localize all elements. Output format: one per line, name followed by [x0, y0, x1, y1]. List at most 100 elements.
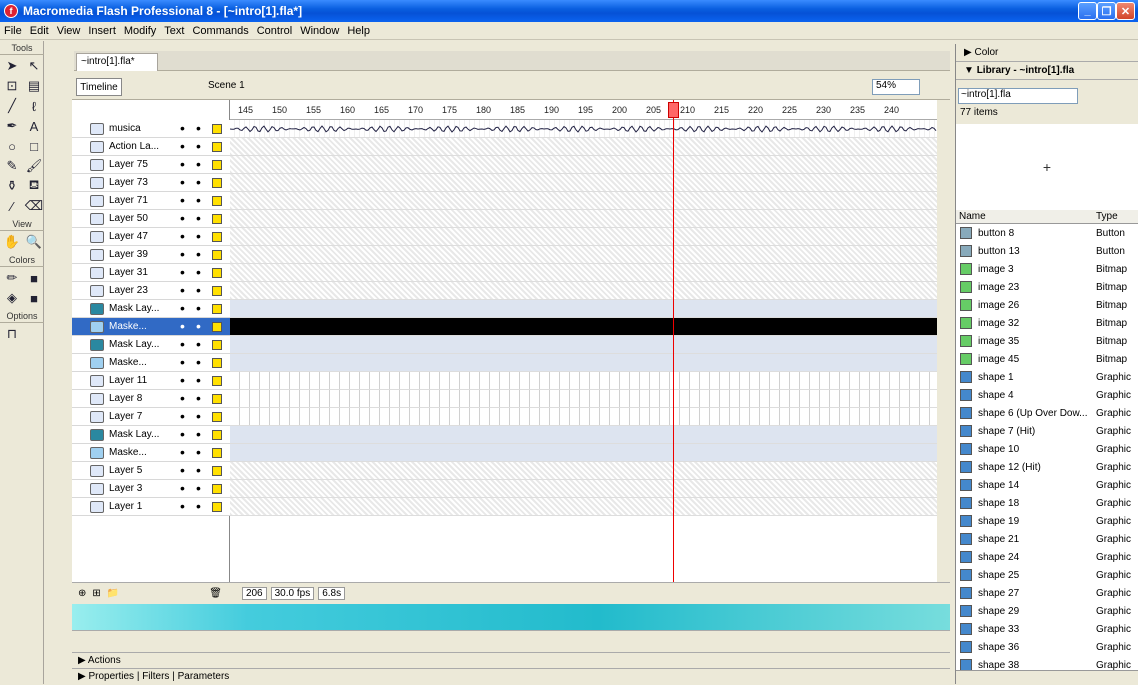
- add-layer-icon[interactable]: ⊕: [78, 588, 86, 599]
- library-item[interactable]: shape 19 Graphic: [956, 512, 1138, 530]
- outline-swatch[interactable]: [212, 196, 222, 206]
- visibility-dot[interactable]: •: [180, 156, 185, 172]
- actions-panel[interactable]: ▶ Actions: [72, 652, 950, 668]
- visibility-dot[interactable]: •: [180, 246, 185, 262]
- eraser-icon[interactable]: ⌫: [24, 197, 44, 215]
- zoom-tool-icon[interactable]: 🔍: [24, 233, 44, 251]
- library-item[interactable]: button 13 Button: [956, 242, 1138, 260]
- library-item[interactable]: shape 29 Graphic: [956, 602, 1138, 620]
- frame-ruler[interactable]: 145 150 155 160 165 170 175 180 185 190 195 200 205 2…: [230, 100, 937, 120]
- visibility-dot[interactable]: •: [180, 444, 185, 460]
- subselect-tool-icon[interactable]: ↖: [24, 57, 44, 75]
- visibility-dot[interactable]: •: [180, 318, 185, 334]
- layer-row[interactable]: Layer 1 • •: [72, 498, 230, 516]
- frame-row[interactable]: [230, 174, 937, 192]
- outline-swatch[interactable]: [212, 250, 222, 260]
- stroke-color-icon[interactable]: ✏: [2, 269, 22, 287]
- lock-dot[interactable]: •: [196, 480, 201, 496]
- visibility-dot[interactable]: •: [180, 336, 185, 352]
- visibility-dot[interactable]: •: [180, 480, 185, 496]
- outline-swatch[interactable]: [212, 286, 222, 296]
- layer-row[interactable]: Layer 23 • •: [72, 282, 230, 300]
- layer-row[interactable]: Maske... • •: [72, 444, 230, 462]
- library-item[interactable]: shape 25 Graphic: [956, 566, 1138, 584]
- lock-dot[interactable]: •: [196, 192, 201, 208]
- menu-control[interactable]: Control: [253, 25, 296, 37]
- library-item[interactable]: shape 38 Graphic: [956, 656, 1138, 670]
- lock-dot[interactable]: •: [196, 354, 201, 370]
- hand-tool-icon[interactable]: ✋: [2, 233, 22, 251]
- menu-insert[interactable]: Insert: [84, 25, 120, 37]
- visibility-dot[interactable]: •: [180, 138, 185, 154]
- menu-text[interactable]: Text: [160, 25, 188, 37]
- visibility-dot[interactable]: •: [180, 282, 185, 298]
- layer-row[interactable]: Layer 5 • •: [72, 462, 230, 480]
- library-item[interactable]: shape 4 Graphic: [956, 386, 1138, 404]
- outline-swatch[interactable]: [212, 322, 222, 332]
- frame-row[interactable]: [230, 336, 937, 354]
- layer-row[interactable]: Mask Lay... • •: [72, 336, 230, 354]
- library-item[interactable]: shape 14 Graphic: [956, 476, 1138, 494]
- layer-row[interactable]: Layer 11 • •: [72, 372, 230, 390]
- visibility-dot[interactable]: •: [180, 192, 185, 208]
- restore-button[interactable]: ❐: [1097, 2, 1116, 20]
- outline-swatch[interactable]: [212, 160, 222, 170]
- lock-dot[interactable]: •: [196, 336, 201, 352]
- visibility-dot[interactable]: •: [180, 228, 185, 244]
- outline-swatch[interactable]: [212, 448, 222, 458]
- library-item[interactable]: image 23 Bitmap: [956, 278, 1138, 296]
- layer-row[interactable]: Layer 71 • •: [72, 192, 230, 210]
- menu-help[interactable]: Help: [343, 25, 374, 37]
- filters-tab[interactable]: Filters: [142, 671, 169, 682]
- text-tool-icon[interactable]: A: [24, 117, 44, 135]
- library-item[interactable]: shape 18 Graphic: [956, 494, 1138, 512]
- layer-row[interactable]: Mask Lay... • •: [72, 300, 230, 318]
- lock-dot[interactable]: •: [196, 498, 201, 514]
- outline-swatch[interactable]: [212, 178, 222, 188]
- layer-row[interactable]: Layer 50 • •: [72, 210, 230, 228]
- timeline-button[interactable]: Timeline: [76, 78, 122, 96]
- scene-label[interactable]: Scene 1: [208, 80, 245, 91]
- menu-modify[interactable]: Modify: [120, 25, 160, 37]
- lock-dot[interactable]: •: [196, 282, 201, 298]
- menu-window[interactable]: Window: [296, 25, 343, 37]
- library-item[interactable]: shape 24 Graphic: [956, 548, 1138, 566]
- layer-row[interactable]: Layer 3 • •: [72, 480, 230, 498]
- layer-row[interactable]: Maske... • •: [72, 354, 230, 372]
- lock-dot[interactable]: •: [196, 138, 201, 154]
- layer-row[interactable]: Layer 7 • •: [72, 408, 230, 426]
- playhead-handle[interactable]: [668, 102, 679, 118]
- frame-row[interactable]: [230, 498, 937, 516]
- add-guide-icon[interactable]: ⊞: [92, 588, 100, 599]
- menu-view[interactable]: View: [53, 25, 85, 37]
- layer-row[interactable]: musica • •: [72, 120, 230, 138]
- zoom-select[interactable]: 54%: [872, 79, 920, 95]
- layer-row[interactable]: Layer 31 • •: [72, 264, 230, 282]
- frame-row[interactable]: [230, 264, 937, 282]
- layer-row[interactable]: Layer 73 • •: [72, 174, 230, 192]
- frame-row[interactable]: [230, 444, 937, 462]
- library-item[interactable]: shape 12 (Hit) Graphic: [956, 458, 1138, 476]
- stroke-swatch[interactable]: ■: [24, 269, 44, 287]
- frame-row[interactable]: [230, 192, 937, 210]
- properties-panel[interactable]: ▶ Properties | Filters | Parameters: [72, 668, 950, 684]
- doc-tab[interactable]: ~intro[1].fla*: [76, 53, 158, 71]
- arrow-tool-icon[interactable]: ➤: [2, 57, 22, 75]
- library-item[interactable]: shape 33 Graphic: [956, 620, 1138, 638]
- lock-dot[interactable]: •: [196, 426, 201, 442]
- library-item[interactable]: button 8 Button: [956, 224, 1138, 242]
- outline-swatch[interactable]: [212, 466, 222, 476]
- visibility-dot[interactable]: •: [180, 354, 185, 370]
- outline-swatch[interactable]: [212, 340, 222, 350]
- visibility-dot[interactable]: •: [180, 300, 185, 316]
- menu-edit[interactable]: Edit: [26, 25, 53, 37]
- library-item[interactable]: image 26 Bitmap: [956, 296, 1138, 314]
- fill-swatch[interactable]: ■: [24, 289, 44, 307]
- visibility-dot[interactable]: •: [180, 120, 185, 136]
- outline-swatch[interactable]: [212, 304, 222, 314]
- add-folder-icon[interactable]: 📁: [107, 588, 119, 599]
- line-tool-icon[interactable]: ╱: [2, 97, 22, 115]
- visibility-dot[interactable]: •: [180, 390, 185, 406]
- outline-swatch[interactable]: [212, 394, 222, 404]
- col-type[interactable]: Type: [1096, 211, 1118, 222]
